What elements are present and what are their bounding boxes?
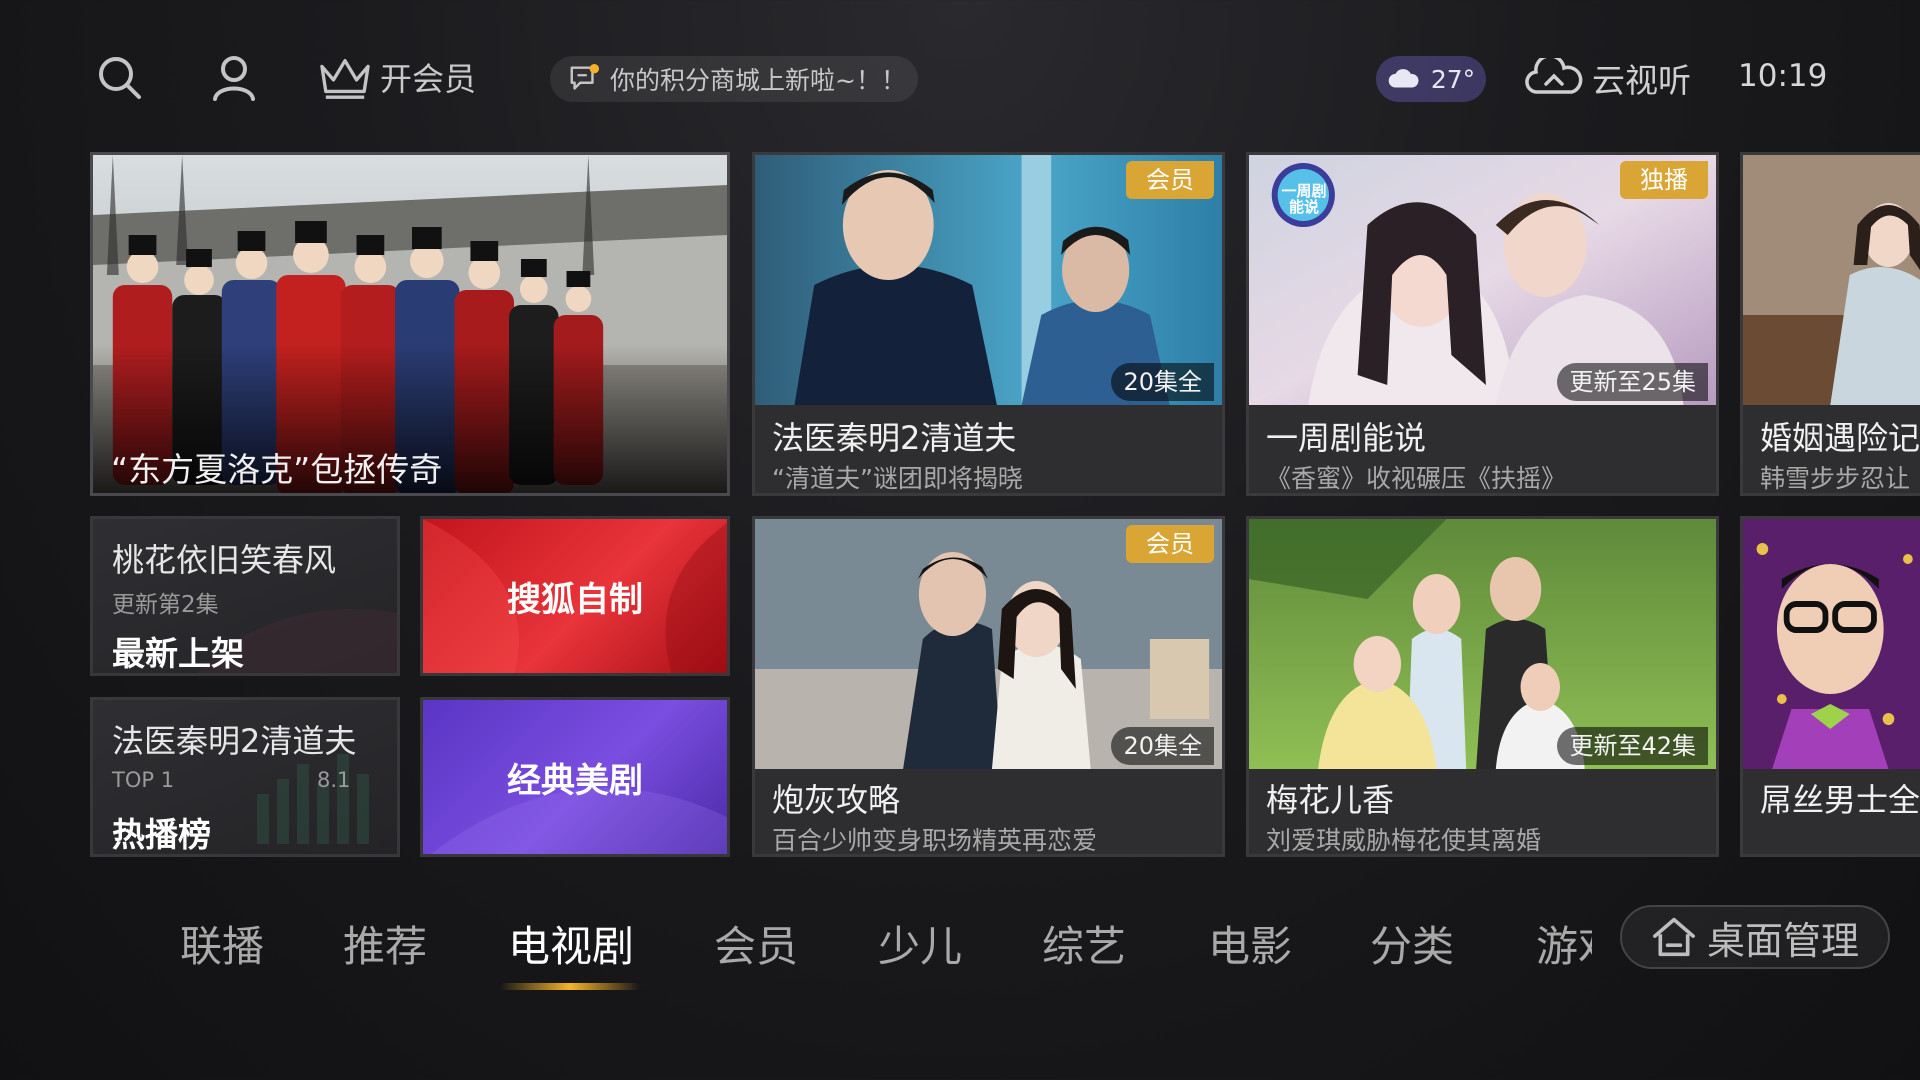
drama-card-marriage[interactable]: 婚姻遇险记 韩雪步步忍让: [1740, 152, 1920, 496]
section-label: 热播榜: [112, 815, 211, 854]
vip-button[interactable]: 开会员: [316, 52, 476, 102]
tab-tv-series[interactable]: 电视剧: [508, 913, 634, 974]
tab-live[interactable]: 联播: [180, 913, 264, 974]
drama-card-loser[interactable]: 屌丝男士全: [1740, 516, 1920, 857]
notice-text: 你的积分商城上新啦~！！: [610, 66, 906, 95]
home-icon: [1652, 917, 1695, 957]
card-subtitle: 刘爱琪威胁梅花使其离婚: [1266, 826, 1542, 855]
notice-bar[interactable]: 你的积分商城上新啦~！！: [550, 56, 918, 102]
drama-card-plum[interactable]: 更新至42集 梅花儿香 刘爱琪威胁梅花使其离婚: [1246, 516, 1719, 857]
card-subtitle: 韩雪步步忍让: [1760, 464, 1911, 493]
brand-name: 云视听: [1592, 61, 1691, 100]
clock: 10:19: [1738, 58, 1828, 94]
drama-card-forensic[interactable]: 会员 20集全 法医秦明2清道夫 “清道夫”谜团即将揭晓: [752, 152, 1225, 496]
show-name: 桃花依旧笑春风: [112, 541, 337, 579]
show-name: 法医秦明2清道夫: [112, 722, 357, 760]
tab-movies[interactable]: 电影: [1208, 913, 1292, 974]
sohu-original-card[interactable]: 搜狐自制: [420, 516, 730, 676]
tab-categories[interactable]: 分类: [1370, 913, 1454, 974]
hero-title: “东方夏洛克”包拯传奇: [111, 450, 443, 489]
desktop-manage-button[interactable]: 桌面管理: [1620, 905, 1890, 969]
message-icon: [570, 63, 600, 90]
bottom-nav: 联播 推荐 电视剧 会员 少儿 综艺 电影 分类 游戏 桌面管理: [0, 905, 1920, 990]
brand-logo: 云视听: [1524, 52, 1691, 104]
episode-badge: 更新至25集: [1557, 363, 1708, 401]
desktop-manage-label: 桌面管理: [1706, 918, 1859, 963]
loser-poster: [1743, 519, 1920, 769]
tab-variety[interactable]: 综艺: [1042, 913, 1126, 974]
top-bar: 开会员 你的积分商城上新啦~！！ 27° 云视听 10:19: [0, 0, 1920, 150]
newest-releases-card[interactable]: 桃花依旧笑春风 更新第2集 最新上架: [90, 516, 400, 676]
card-title: 梅花儿香: [1266, 781, 1395, 819]
drama-card-weekly[interactable]: 一周剧能说 独播 更新至25集 一周剧能说 《香蜜》收视碾压《扶摇》: [1246, 152, 1719, 496]
crown-icon: [320, 59, 370, 99]
marriage-poster: [1743, 155, 1920, 405]
show-logo: 一周剧能说: [1281, 182, 1327, 216]
search-icon[interactable]: [92, 50, 148, 106]
card-title: 屌丝男士全: [1760, 781, 1920, 819]
hot-chart-card[interactable]: 法医秦明2清道夫 TOP 1 8.1 热播榜: [90, 697, 400, 857]
card-title: 一周剧能说: [1266, 419, 1427, 457]
rank-text: TOP 1: [112, 768, 175, 792]
drama-card-cannon[interactable]: 会员 20集全 炮灰攻略 百合少帅变身职场精英再恋爱: [752, 516, 1225, 857]
hero-card[interactable]: “东方夏洛克”包拯传奇: [90, 152, 730, 496]
cloud-weather-icon: [1388, 69, 1419, 88]
vip-label: 开会员: [380, 60, 477, 98]
active-tab-indicator: [500, 983, 640, 990]
weather-widget[interactable]: 27°: [1376, 56, 1486, 102]
card-title: 法医秦明2清道夫: [772, 419, 1017, 457]
category-label: 经典美剧: [507, 760, 643, 801]
card-subtitle: 百合少帅变身职场精英再恋爱: [772, 826, 1098, 855]
vip-tag: 会员: [1126, 525, 1214, 563]
episode-badge: 20集全: [1111, 727, 1214, 765]
tab-kids[interactable]: 少儿: [878, 913, 962, 974]
tab-recommended[interactable]: 推荐: [343, 913, 427, 974]
section-label: 最新上架: [112, 634, 244, 673]
card-title: 婚姻遇险记: [1760, 419, 1920, 457]
card-subtitle: “清道夫”谜团即将揭晓: [772, 464, 1023, 493]
user-icon[interactable]: [206, 50, 262, 106]
exclusive-tag: 独播: [1620, 161, 1708, 199]
temperature: 27°: [1430, 64, 1476, 94]
tab-vip[interactable]: 会员: [714, 913, 798, 974]
episode-badge: 20集全: [1111, 363, 1214, 401]
cloud-logo-icon: [1525, 58, 1583, 94]
vip-tag: 会员: [1126, 161, 1214, 199]
episode-badge: 更新至42集: [1557, 727, 1708, 765]
classic-us-drama-card[interactable]: 经典美剧: [420, 697, 730, 857]
category-label: 搜狐自制: [507, 579, 643, 620]
card-title: 炮灰攻略: [772, 781, 901, 819]
card-subtitle: 《香蜜》收视碾压《扶摇》: [1266, 464, 1567, 493]
score-text: 8.1: [317, 768, 351, 792]
update-text: 更新第2集: [112, 592, 219, 618]
tab-games[interactable]: 游戏: [1536, 913, 1592, 974]
